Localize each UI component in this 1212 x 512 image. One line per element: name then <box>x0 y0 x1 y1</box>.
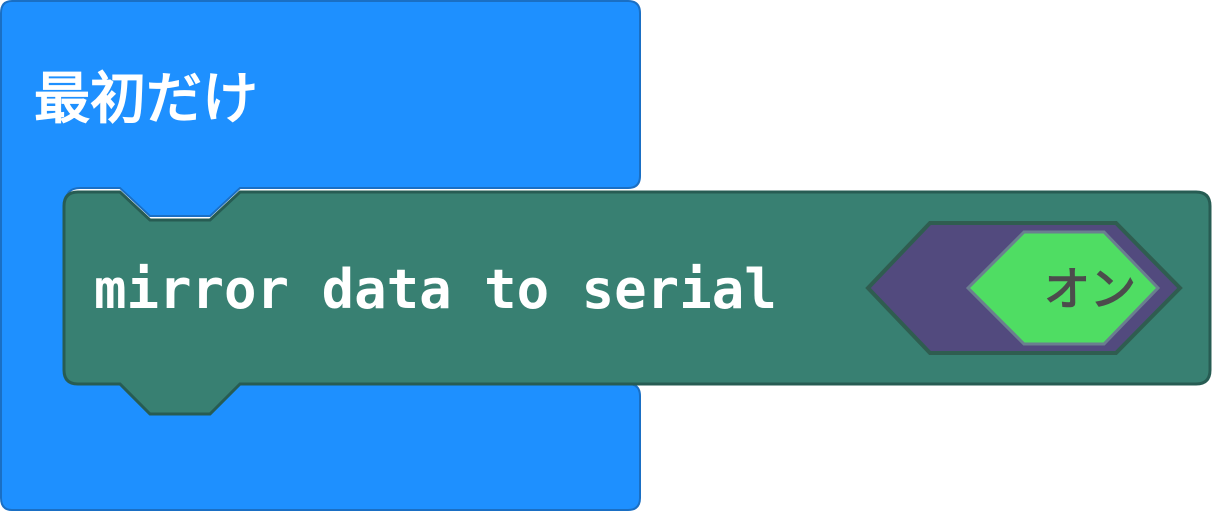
on-off-toggle[interactable]: オン <box>865 221 1183 355</box>
mirror-serial-block[interactable]: mirror data to serial オン <box>62 190 1212 416</box>
on-start-label: 最初だけ <box>34 67 258 132</box>
blocks-svg: 最初だけ mirror data to serial オン <box>0 0 1212 511</box>
mirror-serial-label: mirror data to serial <box>94 258 777 321</box>
toggle-value-label: オン <box>1044 262 1136 316</box>
blocks-workspace: 最初だけ mirror data to serial オン <box>0 0 1212 512</box>
